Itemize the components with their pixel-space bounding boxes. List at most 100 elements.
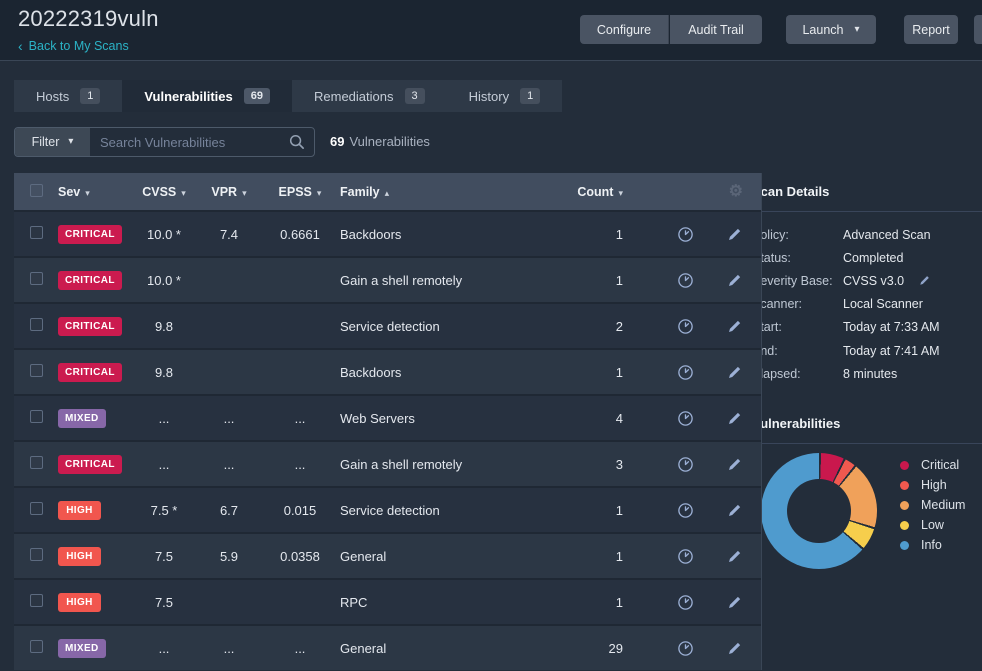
search-input[interactable] [90,134,289,150]
table-row[interactable]: HIGH 7.5 5.9 0.0358 General 1 [14,532,761,578]
clock-icon[interactable] [677,456,694,473]
table-row[interactable]: HIGH 7.5 * 6.7 0.015 Service detection 1 [14,486,761,532]
column-header-vpr[interactable]: VPR ▾ [196,185,262,199]
configure-button[interactable]: Configure [580,15,669,44]
column-header-count[interactable]: Count ▾ [557,185,627,199]
clock-icon[interactable] [677,226,694,243]
row-checkbox[interactable] [30,456,43,469]
detail-row-severity-base: Severity Base: CVSS v3.0 [752,269,982,292]
legend-label: Info [921,538,942,552]
divider [752,443,982,444]
legend-dot-high [900,480,909,490]
tab-vulnerabilities[interactable]: Vulnerabilities 69 [122,80,292,112]
legend-label: High [921,478,947,492]
edit-icon[interactable] [726,502,743,519]
row-checkbox[interactable] [30,318,43,331]
report-button[interactable]: Report [904,15,958,44]
table-row[interactable]: CRITICAL ... ... ... Gain a shell remote… [14,440,761,486]
clock-icon[interactable] [677,318,694,335]
page-title: 20222319vuln [18,6,159,31]
epss-value: ... [294,640,306,656]
vpr-value: 7.4 [219,226,239,242]
detail-value: Completed [843,250,904,265]
edit-icon[interactable] [726,272,743,289]
clock-icon[interactable] [677,364,694,381]
detail-label: Start: [752,320,782,335]
sort-desc-icon: ▾ [85,187,90,198]
epss-value: 0.0358 [280,548,320,564]
detail-row-elapsed: Elapsed: 8 minutes [752,362,982,385]
detail-label: End: [752,343,778,358]
column-header-epss[interactable]: EPSS ▾ [262,185,338,199]
cvss-value: ... [158,410,170,426]
edit-icon[interactable] [726,318,743,335]
row-checkbox[interactable] [30,548,43,561]
detail-value: CVSS v3.0 [843,273,905,288]
table-settings-gear-icon[interactable]: ⚙ [729,183,743,200]
edit-icon[interactable] [726,594,743,611]
chevron-left-icon: ‹ [18,38,23,54]
row-checkbox[interactable] [30,502,43,515]
legend-dot-medium [900,500,909,510]
table-row[interactable]: MIXED ... ... ... General 29 [14,624,761,670]
legend-label: Low [921,518,944,532]
audit-trail-button[interactable]: Audit Trail [670,15,762,44]
table-row[interactable]: HIGH 7.5 RPC 1 [14,578,761,624]
legend-dot-low [900,520,909,530]
vpr-value: ... [223,410,235,426]
row-checkbox[interactable] [30,410,43,423]
clock-icon[interactable] [677,502,694,519]
column-header-cvss[interactable]: CVSS ▾ [132,185,196,199]
severity-badge: HIGH [58,592,101,612]
family-value: Gain a shell remotely [340,456,463,472]
search-icon[interactable] [289,134,305,150]
count-value: 1 [615,548,623,564]
legend-dot-info [900,540,909,550]
row-checkbox[interactable] [30,226,43,239]
legend-item-low: Low [900,515,965,535]
count-label: Vulnerabilities [349,134,430,149]
count-value: 29 [608,640,623,656]
edit-icon[interactable] [726,226,743,243]
edit-icon[interactable] [726,640,743,657]
detail-value: Today at 7:41 AM [843,343,940,358]
vulnerabilities-donut [761,453,877,569]
row-checkbox[interactable] [30,594,43,607]
legend-item-medium: Medium [900,495,965,515]
filter-dropdown[interactable]: Filter ▾ [15,128,90,156]
select-all-checkbox[interactable] [30,183,43,197]
clock-icon[interactable] [677,272,694,289]
clipped-button[interactable] [974,15,982,44]
launch-button[interactable]: Launch ▾ [786,15,876,44]
filter-label: Filter [31,135,60,149]
row-checkbox[interactable] [30,364,43,377]
table-row[interactable]: CRITICAL 9.8 Backdoors 1 [14,348,761,394]
column-header-sev[interactable]: Sev ▾ [58,185,132,199]
clock-icon[interactable] [677,594,694,611]
row-checkbox[interactable] [30,640,43,653]
back-to-my-scans-link[interactable]: ‹ Back to My Scans [18,39,129,53]
search-bar: Filter ▾ [14,127,315,157]
scan-details-title: Scan Details [752,184,830,199]
edit-icon[interactable] [726,456,743,473]
edit-icon[interactable] [726,410,743,427]
clock-icon[interactable] [677,410,694,427]
tab-remediations[interactable]: Remediations 3 [292,80,447,112]
table-row[interactable]: CRITICAL 10.0 * Gain a shell remotely 1 [14,256,761,302]
tab-hosts[interactable]: Hosts 1 [14,80,123,112]
clock-icon[interactable] [677,548,694,565]
row-checkbox[interactable] [30,272,43,285]
sort-asc-icon: ▴ [384,187,390,198]
severity-badge: CRITICAL [58,224,122,244]
detail-row-policy: Policy: Advanced Scan [752,223,982,246]
table-row[interactable]: CRITICAL 10.0 * 7.4 0.6661 Backdoors 1 [14,210,761,256]
tab-history[interactable]: History 1 [446,80,563,112]
clock-icon[interactable] [677,640,694,657]
table-row[interactable]: CRITICAL 9.8 Service detection 2 [14,302,761,348]
tab-count-badge: 1 [80,88,101,104]
edit-icon[interactable] [726,364,743,381]
edit-icon[interactable] [726,548,743,565]
table-row[interactable]: MIXED ... ... ... Web Servers 4 [14,394,761,440]
column-header-family[interactable]: Family ▴ [338,185,557,199]
edit-icon[interactable] [918,274,931,287]
